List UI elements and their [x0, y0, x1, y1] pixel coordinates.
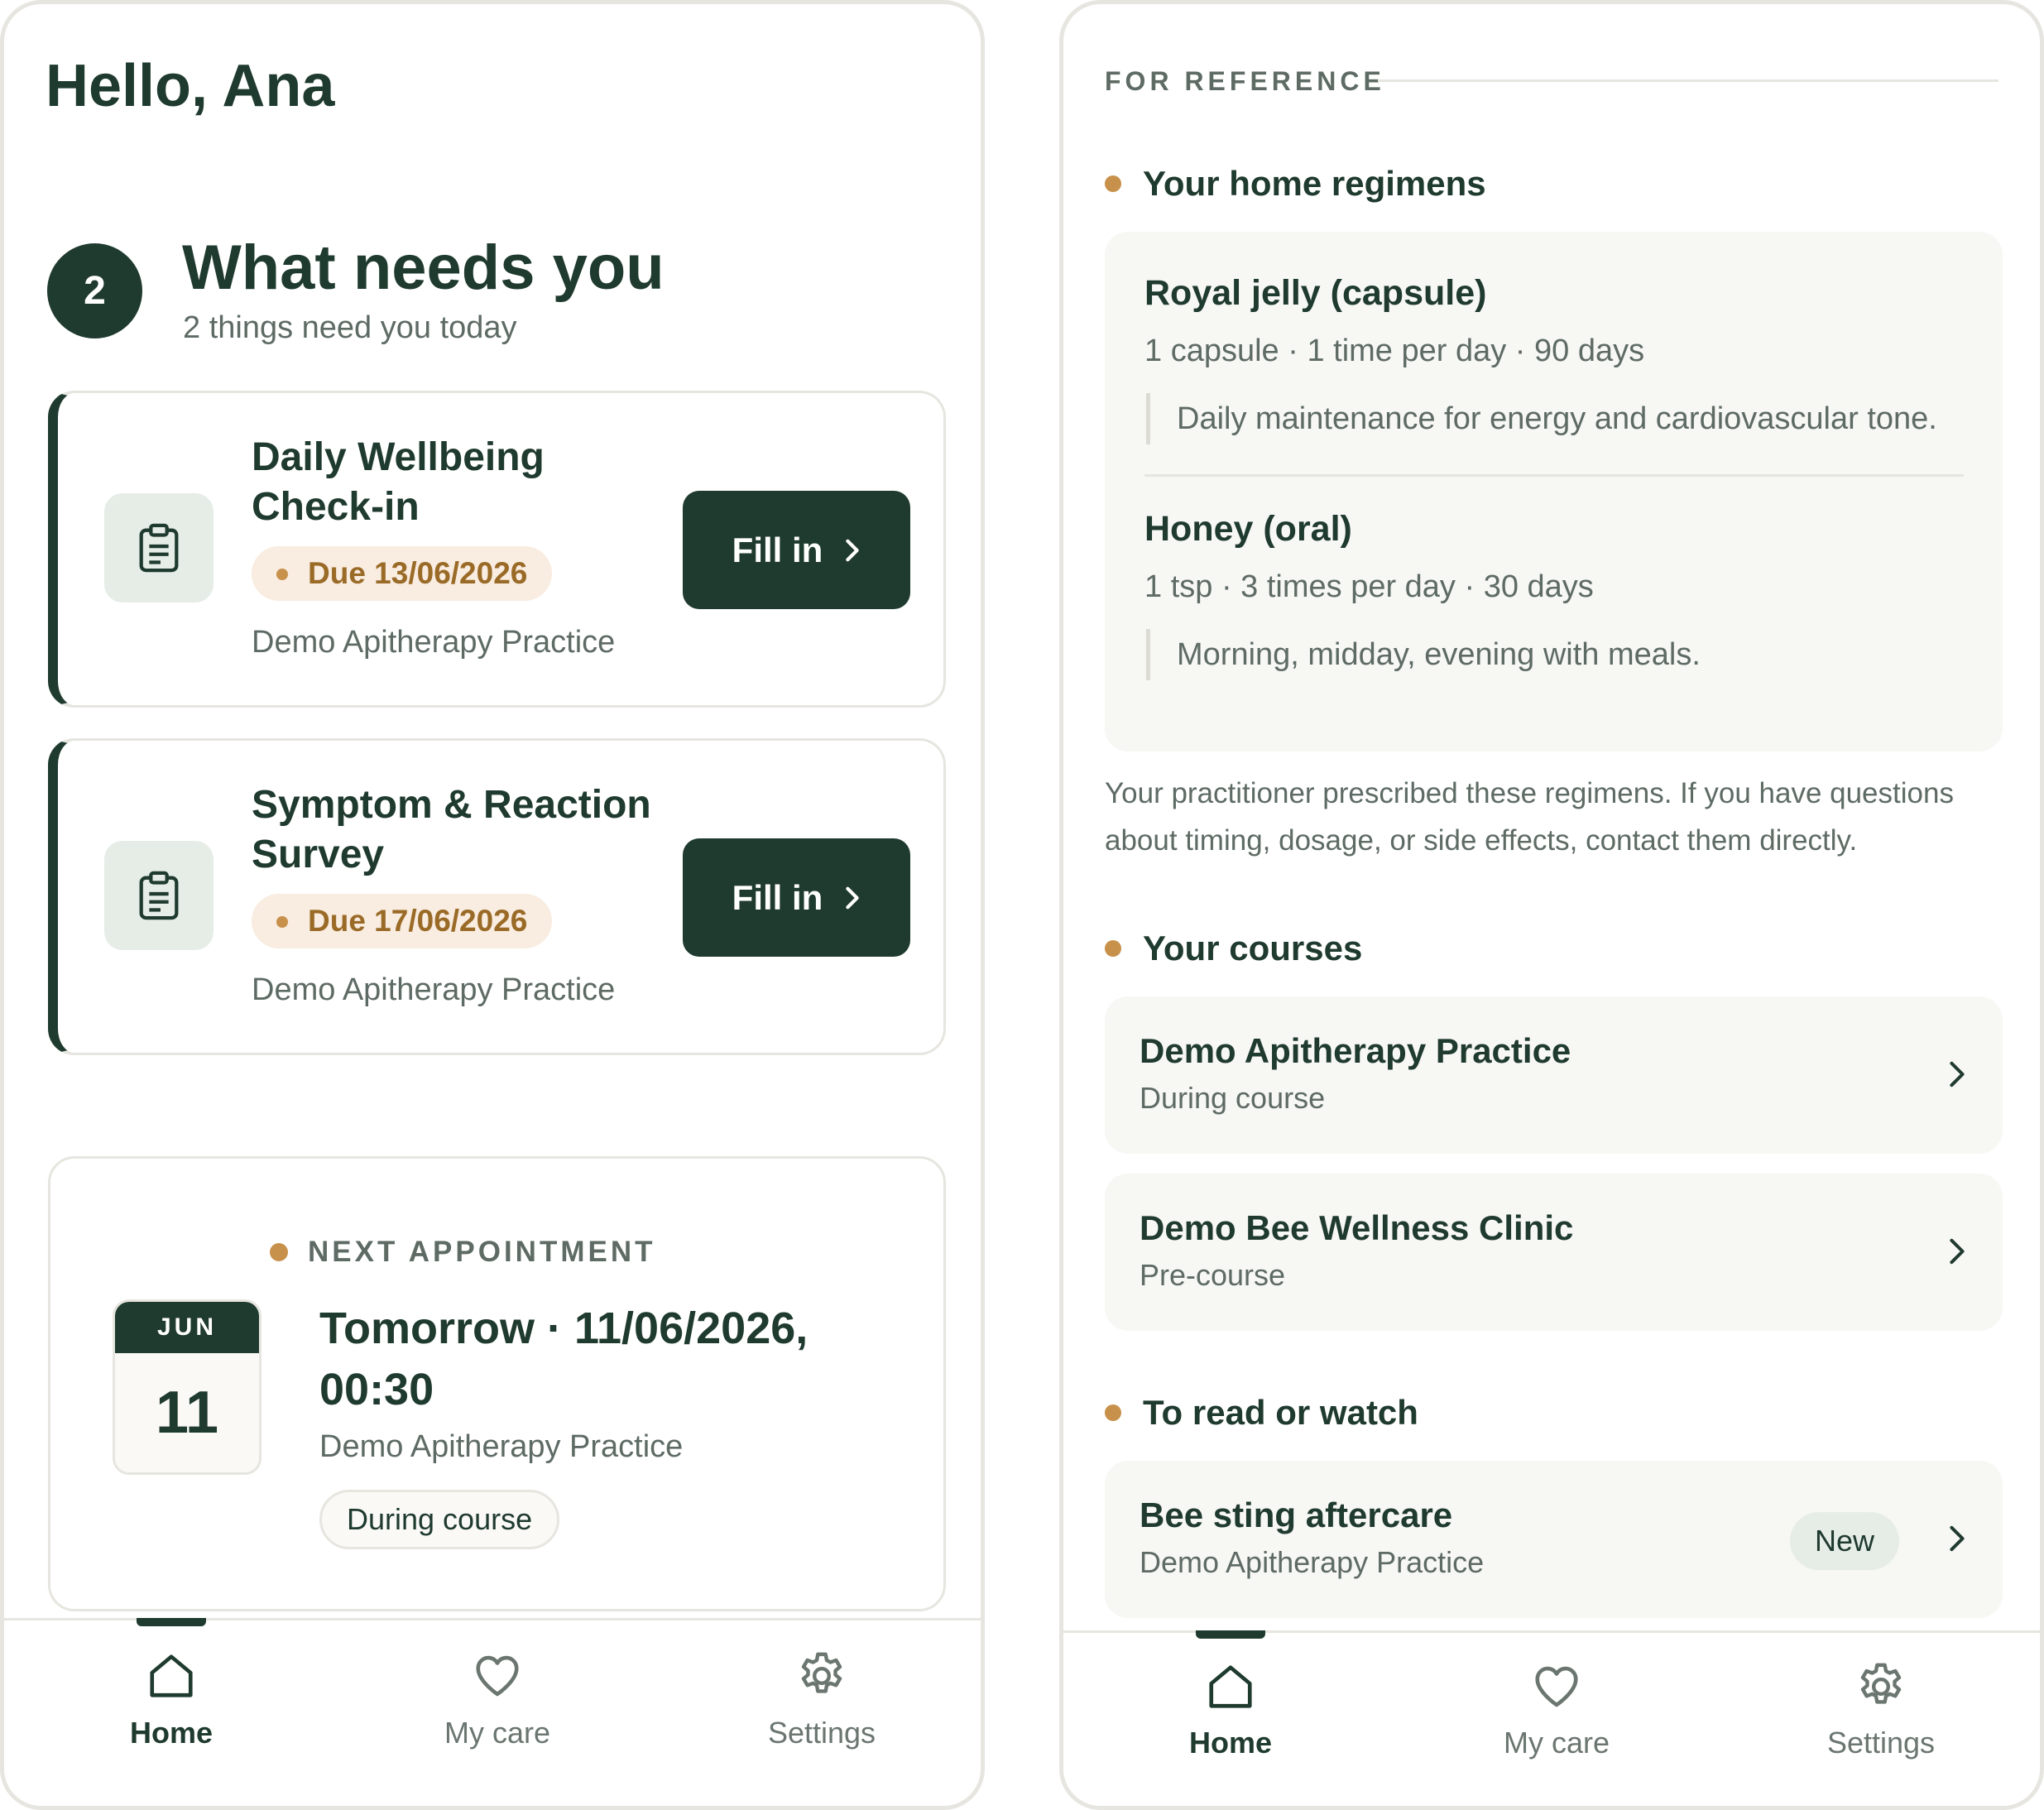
task-title: Symptom & Reaction Survey — [252, 783, 651, 876]
tab-my-care[interactable]: My care — [373, 1620, 621, 1806]
tab-home[interactable]: Home — [1106, 1630, 1355, 1806]
home-screen-top: Hello, Ana 2 What needs you 2 things nee… — [0, 0, 985, 1810]
section-title-text: Your home regimens — [1143, 164, 1486, 203]
bottom-tab-bar: Home My care Settings — [1063, 1630, 2040, 1806]
tab-settings[interactable]: Settings — [1757, 1633, 2005, 1806]
heart-icon — [1535, 1666, 1578, 1707]
accent-dot — [1105, 175, 1121, 192]
home-icon — [150, 1654, 193, 1697]
courses-section-title: Your courses — [1105, 929, 1362, 968]
read-title: Bee sting aftercare — [1140, 1496, 1453, 1534]
course-item[interactable]: Demo Apitherapy Practice During course — [1105, 996, 2003, 1154]
needs-count-badge: 2 — [47, 243, 142, 338]
regimen-name: Honey (oral) — [1144, 509, 1352, 549]
course-status: Pre-course — [1140, 1258, 1286, 1292]
read-source: Demo Apitherapy Practice — [1140, 1545, 1485, 1579]
divider — [1144, 474, 1964, 477]
greeting: Hello, Ana — [46, 53, 335, 119]
fill-in-button[interactable]: Fill in — [683, 491, 910, 609]
task-practice: Demo Apitherapy Practice — [252, 972, 616, 1007]
fill-in-label: Fill in — [732, 877, 823, 917]
divider — [1378, 79, 1998, 82]
chevron-right-icon — [1950, 1238, 1965, 1265]
tab-label: My care — [1503, 1726, 1610, 1760]
chevron-right-icon — [846, 886, 860, 909]
due-badge: Due 17/06/2026 — [252, 894, 553, 948]
bottom-tab-bar: Home My care Settings — [4, 1618, 981, 1806]
regimens-list: Royal jelly (capsule) 1 capsule · 1 time… — [1105, 232, 2003, 751]
gear-icon — [1860, 1663, 1902, 1704]
fill-in-button[interactable]: Fill in — [683, 838, 910, 957]
calendar-date-icon: JUN 11 — [113, 1299, 261, 1475]
fill-in-label: Fill in — [732, 530, 823, 569]
appointment-label-text: NEXT APPOINTMENT — [308, 1236, 656, 1268]
chevron-right-icon — [846, 539, 860, 561]
tab-label: Home — [129, 1716, 214, 1750]
home-screen-bottom: FOR REFERENCE Your home regimens Royal j… — [1059, 0, 2044, 1810]
tab-label: Settings — [767, 1716, 876, 1750]
tab-label: Home — [1188, 1726, 1273, 1760]
calendar-month: JUN — [115, 1302, 259, 1353]
accent-dot — [270, 1243, 288, 1261]
regimen-dose: 1 capsule · 1 time per day · 90 days — [1144, 334, 1645, 368]
calendar-day: 11 — [155, 1380, 219, 1446]
task-card[interactable]: Symptom & Reaction Survey Due 17/06/2026… — [48, 738, 946, 1055]
reference-heading: FOR REFERENCE — [1105, 66, 1385, 96]
section-title-text: Your courses — [1143, 929, 1363, 967]
appointment-label: NEXT APPOINTMENT — [270, 1236, 656, 1269]
tab-settings[interactable]: Settings — [698, 1620, 946, 1806]
home-icon — [1209, 1665, 1252, 1708]
regimens-section-title: Your home regimens — [1105, 164, 1486, 204]
regimen-name: Royal jelly (capsule) — [1144, 273, 1487, 313]
active-tab-indicator — [137, 1618, 206, 1626]
active-tab-indicator — [1196, 1630, 1265, 1639]
read-item[interactable]: Bee sting aftercare Demo Apitherapy Prac… — [1105, 1461, 2003, 1618]
tab-my-care[interactable]: My care — [1432, 1633, 1681, 1806]
accent-dot — [1105, 1404, 1121, 1421]
course-status: During course — [1140, 1081, 1326, 1115]
course-item[interactable]: Demo Bee Wellness Clinic Pre-course — [1105, 1174, 2003, 1331]
new-badge: New — [1789, 1512, 1899, 1570]
needs-subtitle: 2 things need you today — [183, 310, 517, 345]
read-watch-section-title: To read or watch — [1105, 1393, 1418, 1433]
task-card[interactable]: Daily Wellbeing Check-in Due 13/06/2026 … — [48, 391, 946, 708]
clipboard-icon — [104, 493, 214, 603]
chevron-right-icon — [1950, 1061, 1965, 1087]
tab-label: Settings — [1826, 1726, 1936, 1760]
course-name: Demo Apitherapy Practice — [1140, 1031, 1571, 1070]
course-name: Demo Bee Wellness Clinic — [1140, 1208, 1574, 1247]
next-appointment-card[interactable]: JUN 11 NEXT APPOINTMENT Tomorrow · 11/06… — [48, 1156, 946, 1611]
clipboard-icon — [104, 841, 214, 950]
tab-label: My care — [444, 1716, 551, 1750]
tab-home[interactable]: Home — [47, 1618, 295, 1806]
accent-dot — [1105, 940, 1121, 957]
regimen-note: Daily maintenance for energy and cardiov… — [1146, 393, 1937, 444]
needs-title: What needs you — [182, 233, 665, 303]
task-practice: Demo Apitherapy Practice — [252, 625, 616, 660]
task-title: Daily Wellbeing Check-in — [252, 435, 545, 529]
heart-icon — [476, 1655, 519, 1697]
appointment-status-badge: During course — [319, 1490, 560, 1549]
appointment-title: Tomorrow · 11/06/2026, 00:30 — [319, 1303, 808, 1414]
regimen-note: Morning, midday, evening with meals. — [1146, 629, 1701, 680]
regimens-disclaimer: Your practitioner prescribed these regim… — [1105, 777, 1954, 857]
appointment-practice: Demo Apitherapy Practice — [319, 1429, 684, 1464]
gear-icon — [801, 1652, 842, 1693]
due-badge: Due 13/06/2026 — [252, 546, 553, 601]
regimen-dose: 1 tsp · 3 times per day · 30 days — [1144, 569, 1594, 604]
chevron-right-icon — [1950, 1525, 1965, 1552]
section-title-text: To read or watch — [1143, 1393, 1418, 1432]
